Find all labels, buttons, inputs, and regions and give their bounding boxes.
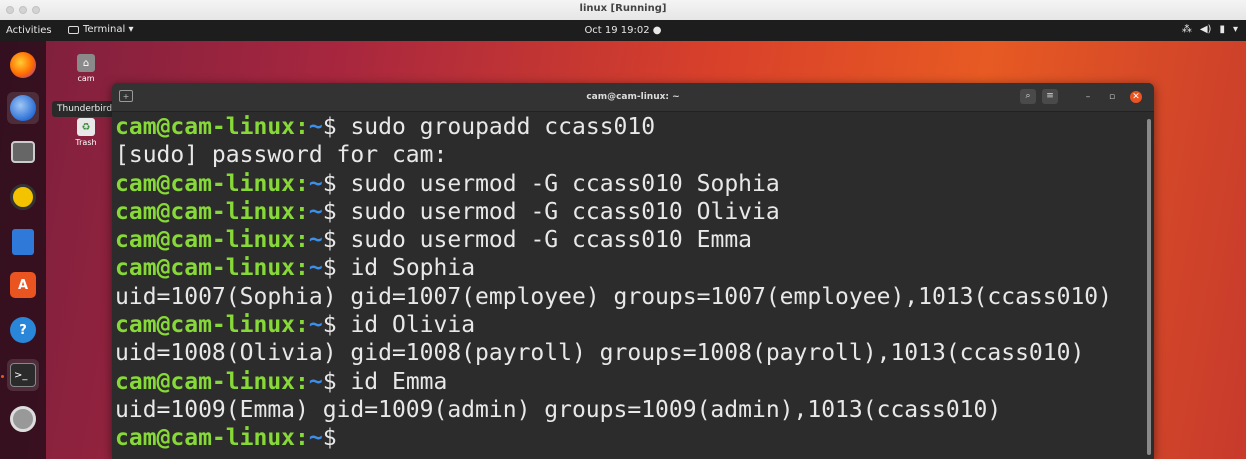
prompt-user-host: cam@cam-linux: [115, 114, 309, 140]
running-indicator [1, 375, 4, 378]
chevron-down-icon: ▾ [1232, 24, 1238, 35]
desktop-icon-trash[interactable]: ♻ Trash [70, 118, 102, 147]
network-icon: ⁂ [1181, 24, 1192, 35]
prompt-symbol: $ [322, 114, 337, 140]
terminal-output-line: uid=1008(Olivia) gid=1008(payroll) group… [115, 340, 1085, 367]
terminal-scrollbar[interactable] [1147, 119, 1151, 455]
prompt-symbol: $ [322, 368, 337, 395]
help-icon: ? [10, 317, 36, 343]
writer-icon [12, 229, 34, 255]
clock[interactable]: Oct 19 19:02 ● [0, 25, 1246, 36]
vm-window-title: linux [Running] [579, 3, 667, 14]
terminal-command-line: cam@cam-linux:~$ sudo groupadd ccass010 [115, 113, 1144, 141]
prompt-path: ~ [308, 198, 323, 225]
terminal-command-line: cam@cam-linux:~$ sudo usermod -G ccass01… [115, 170, 1144, 198]
software-icon: A [10, 272, 36, 298]
prompt-symbol: $ [322, 227, 337, 254]
dock-item-writer[interactable] [7, 226, 39, 258]
prompt-symbol: $ [322, 425, 337, 452]
terminal-output-line: [sudo] password for cam: [115, 142, 448, 169]
battery-icon: ▮ [1219, 24, 1225, 35]
command-text: sudo usermod -G ccass010 Olivia [336, 198, 780, 225]
terminal-headerbar[interactable]: + cam@cam-linux: ~ ⌕ ≡ – ▫ ✕ [112, 83, 1154, 112]
close-button[interactable]: ✕ [1130, 91, 1142, 103]
dock-item-software[interactable]: A [7, 269, 39, 301]
command-text: id Olivia [336, 312, 476, 339]
prompt-user-host: cam@cam-linux: [115, 368, 309, 395]
prompt-symbol: $ [322, 170, 337, 197]
prompt-path: ~ [308, 227, 323, 254]
terminal-output-line: uid=1009(Emma) gid=1009(admin) groups=10… [115, 396, 1002, 423]
terminal-command-line: cam@cam-linux:~$ sudo usermod -G ccass01… [115, 198, 1144, 226]
gnome-top-bar: Activities Terminal ▾ Oct 19 19:02 ● ⁂ ◀… [0, 20, 1246, 41]
dock-item-settings[interactable] [7, 403, 39, 435]
prompt-user-host: cam@cam-linux: [115, 227, 309, 254]
maximize-button[interactable]: ▫ [1106, 91, 1118, 103]
prompt-user-host: cam@cam-linux: [115, 198, 309, 225]
terminal-title: cam@cam-linux: ~ [586, 92, 680, 102]
firefox-icon [10, 52, 36, 78]
dock: A ? >_ [0, 41, 46, 459]
prompt-path: ~ [308, 368, 323, 395]
prompt-symbol: $ [322, 255, 337, 282]
prompt-path: ~ [308, 114, 323, 140]
menu-button[interactable]: ≡ [1042, 89, 1058, 104]
command-text: sudo groupadd ccass010 [336, 114, 656, 140]
command-text: sudo usermod -G ccass010 Sophia [336, 170, 780, 197]
dock-item-files[interactable] [7, 136, 39, 168]
desktop-icon-label: Trash [75, 138, 97, 147]
rhythmbox-icon [10, 184, 36, 210]
terminal-command-line: cam@cam-linux:~$ id Olivia [115, 311, 1144, 339]
dock-item-terminal[interactable]: >_ [7, 359, 39, 391]
dock-item-help[interactable]: ? [7, 314, 39, 346]
prompt-path: ~ [308, 170, 323, 197]
dock-item-thunderbird[interactable] [7, 92, 39, 124]
terminal-command-line: cam@cam-linux:~$ [115, 424, 1144, 452]
prompt-user-host: cam@cam-linux: [115, 255, 309, 282]
volume-icon: ◀) [1199, 24, 1212, 35]
files-icon [11, 141, 35, 163]
trash-icon: ♻ [77, 118, 95, 136]
minimize-button[interactable]: – [1082, 91, 1094, 103]
terminal-window[interactable]: + cam@cam-linux: ~ ⌕ ≡ – ▫ ✕ cam@cam-lin… [112, 83, 1154, 459]
command-text: id Emma [336, 368, 448, 395]
home-folder-icon: ⌂ [77, 54, 95, 72]
terminal-command-line: cam@cam-linux:~$ sudo usermod -G ccass01… [115, 226, 1144, 254]
thunderbird-icon [10, 95, 36, 121]
prompt-symbol: $ [322, 312, 337, 339]
search-button[interactable]: ⌕ [1020, 89, 1036, 104]
command-text: id Sophia [336, 255, 476, 282]
prompt-user-host: cam@cam-linux: [115, 425, 309, 452]
prompt-user-host: cam@cam-linux: [115, 312, 309, 339]
vm-window-titlebar: linux [Running] [0, 0, 1246, 21]
terminal-command-line: cam@cam-linux:~$ id Sophia [115, 254, 1144, 282]
prompt-user-host: cam@cam-linux: [115, 170, 309, 197]
system-tray[interactable]: ⁂ ◀) ▮ ▾ [1182, 24, 1238, 35]
desktop-icon-home[interactable]: ⌂ cam [70, 54, 102, 83]
terminal-icon: >_ [10, 363, 36, 387]
dock-item-rhythmbox[interactable] [7, 181, 39, 213]
prompt-symbol: $ [322, 198, 337, 225]
terminal-output[interactable]: cam@cam-linux:~$ sudo groupadd ccass010[… [115, 113, 1144, 459]
prompt-path: ~ [308, 312, 323, 339]
command-text: sudo usermod -G ccass010 Emma [336, 227, 753, 254]
dock-item-firefox[interactable] [7, 49, 39, 81]
terminal-output-line: uid=1007(Sophia) gid=1007(employee) grou… [115, 283, 1112, 310]
terminal-command-line: cam@cam-linux:~$ id Emma [115, 368, 1144, 396]
prompt-path: ~ [308, 255, 323, 282]
desktop-icon-label: cam [77, 74, 95, 83]
prompt-path: ~ [308, 425, 323, 452]
settings-icon [10, 406, 36, 432]
